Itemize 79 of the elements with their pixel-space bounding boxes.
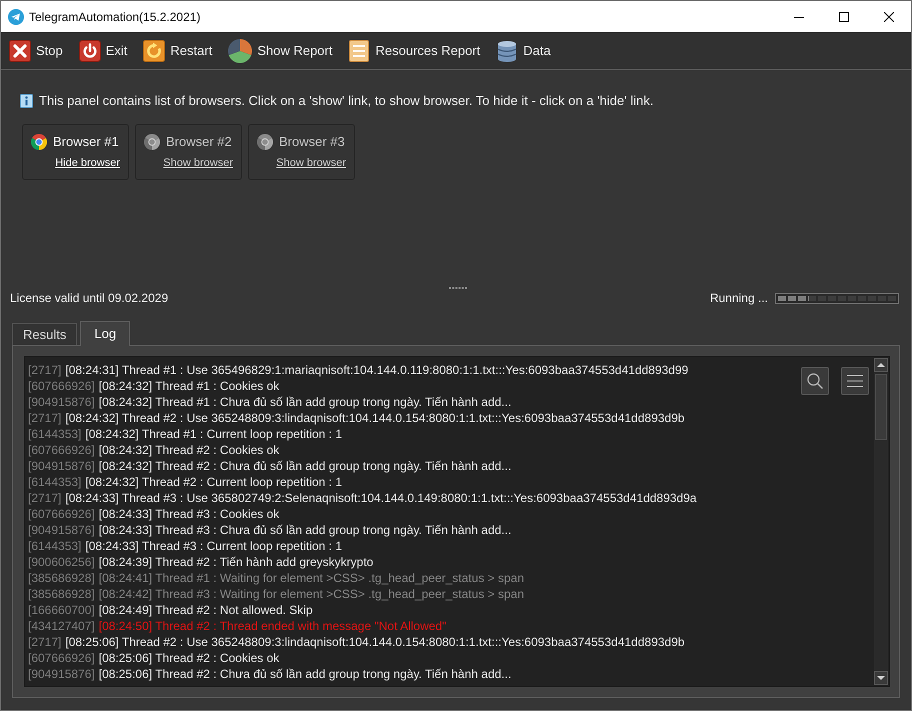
log-message: [08:24:33] Thread #3 : Chưa đủ số lần add group trong ngày. Tiến hành add... (98, 522, 512, 539)
log-message: [08:24:31] Thread #1 : Use 365496829:1:mariaqnisoft:104.144.0.119:8080:1:1.txt:::Yes:6093baa374553d41dd893d99 (65, 362, 688, 379)
power-icon (78, 40, 101, 62)
log-source: [166660700] (28, 602, 95, 619)
log-source: [6144353] (28, 474, 82, 491)
log-message: [08:25:06] Thread #2 : Use 365248809:3:lindaqnisoft:104.144.0.154:8080:1:1.txt:::Yes:6093baa374553d41dd893d9b (65, 634, 685, 651)
log-message: [08:24:42] Thread #3 : Waiting for element >CSS> .tg_head_peer_status > span (98, 586, 524, 603)
log-message: [08:24:49] Thread #2 : Not allowed. Skip (98, 602, 313, 619)
show-report-button[interactable]: Show Report (226, 36, 334, 66)
window-title: TelegramAutomation(15.2.2021) (29, 8, 200, 26)
browser-name: Browser #2 (166, 133, 232, 152)
log-source: [6144353] (28, 538, 82, 555)
scroll-thumb[interactable] (875, 374, 887, 440)
log-source: [2717] (28, 410, 62, 427)
exit-button[interactable]: Exit (76, 36, 130, 66)
log-source: [607666926] (28, 442, 95, 459)
log-source: [2717] (28, 490, 62, 507)
menu-icon (847, 375, 863, 387)
tab[interactable]: Log (80, 321, 130, 346)
paper-plane-icon (8, 8, 24, 24)
log-source: [385686928] (28, 570, 95, 587)
browser-icon (144, 134, 160, 150)
browser-toggle-link[interactable]: Show browser (163, 155, 233, 172)
log-source: [607666926] (28, 650, 95, 667)
scroll-up-button[interactable] (874, 358, 888, 372)
browser-name: Browser #1 (53, 133, 119, 152)
log-source: [900606256] (28, 554, 95, 571)
browser-toggle-link[interactable]: Hide browser (55, 155, 120, 172)
close-icon (884, 12, 894, 22)
log-source: [434127407] (28, 618, 95, 635)
pie-chart-icon (228, 38, 252, 62)
log-message: [08:24:32] Thread #1 : Chưa đủ số lần add group trong ngày. Tiến hành add... (98, 394, 512, 411)
browser-name: Browser #3 (279, 133, 345, 152)
scroll-down-button[interactable] (874, 671, 888, 685)
log-message: [08:24:32] Thread #2 : Use 365248809:3:lindaqnisoft:104.144.0.154:8080:1:1.txt:::Yes:6093baa374553d41dd893d9b (65, 410, 685, 427)
menu-button[interactable] (841, 367, 869, 395)
log-source: [385686928] (28, 586, 95, 603)
browser-toggle-link[interactable]: Show browser (276, 155, 346, 172)
info-text: This panel contains list of browsers. Click on a 'show' link, to show browser. To hide it - click on a 'hide' link. (39, 92, 654, 110)
log-source: [904915876] (28, 394, 95, 411)
log-message: [08:25:06] Thread #2 : Chưa đủ số lần add group trong ngày. Tiến hành add... (98, 666, 512, 683)
status-text: Running ... (710, 290, 768, 307)
log-source: [2717] (28, 634, 62, 651)
up-arrow-icon (877, 363, 885, 367)
log-message: [08:24:33] Thread #3 : Cookies ok (98, 506, 280, 523)
log-message: [08:24:32] Thread #2 : Current loop repetition : 1 (85, 474, 342, 491)
search-icon (807, 373, 823, 389)
info-icon (20, 94, 33, 108)
license-text: License valid until 09.02.2029 (10, 290, 168, 307)
document-lines-icon (348, 40, 370, 62)
browser-icon (31, 134, 47, 150)
stop-button[interactable]: Stop (7, 36, 65, 66)
log-message: [08:24:39] Thread #2 : Tiến hành add greyskykrypto (98, 554, 374, 571)
log-message: [08:24:33] Thread #3 : Use 365802749:2:Selenaqnisoft:104.144.0.149:8080:1:1.txt:::Yes:6093baa374553d41dd893d9a (65, 490, 697, 507)
log-source: [2717] (28, 362, 62, 379)
log-message: [08:24:32] Thread #2 : Cookies ok (98, 442, 280, 459)
data-button[interactable]: Data (494, 36, 553, 66)
log-message: [08:24:33] Thread #3 : Current loop repetition : 1 (85, 538, 342, 555)
browser-icon (257, 134, 273, 150)
log-source: [607666926] (28, 378, 95, 395)
search-button[interactable] (801, 367, 829, 395)
log-source: [904915876] (28, 666, 95, 683)
log-message: [08:24:41] Thread #1 : Waiting for element >CSS> .tg_head_peer_status > span (98, 570, 524, 587)
log-source: [904915876] (28, 458, 95, 475)
tab[interactable]: Results (12, 323, 78, 345)
restart-button[interactable]: Restart (141, 36, 214, 66)
database-icon (496, 40, 518, 62)
log-message: [08:24:32] Thread #2 : Chưa đủ số lần add group trong ngày. Tiến hành add... (98, 458, 512, 475)
resources-report-button[interactable]: Resources Report (346, 36, 482, 66)
log-message: [08:25:06] Thread #2 : Cookies ok (98, 650, 280, 667)
log-message: [08:24:32] Thread #1 : Cookies ok (98, 378, 280, 395)
log-message: [08:24:50] Thread #2 : Thread ended with message "Not Allowed" (98, 618, 446, 635)
log-message: [08:24:32] Thread #1 : Current loop repetition : 1 (85, 426, 342, 443)
log-source: [6144353] (28, 426, 82, 443)
maximize-icon (839, 12, 849, 22)
log-source: [904915876] (28, 522, 95, 539)
log-source: [607666926] (28, 506, 95, 523)
close-x-icon (9, 40, 31, 62)
down-arrow-icon (877, 676, 885, 680)
